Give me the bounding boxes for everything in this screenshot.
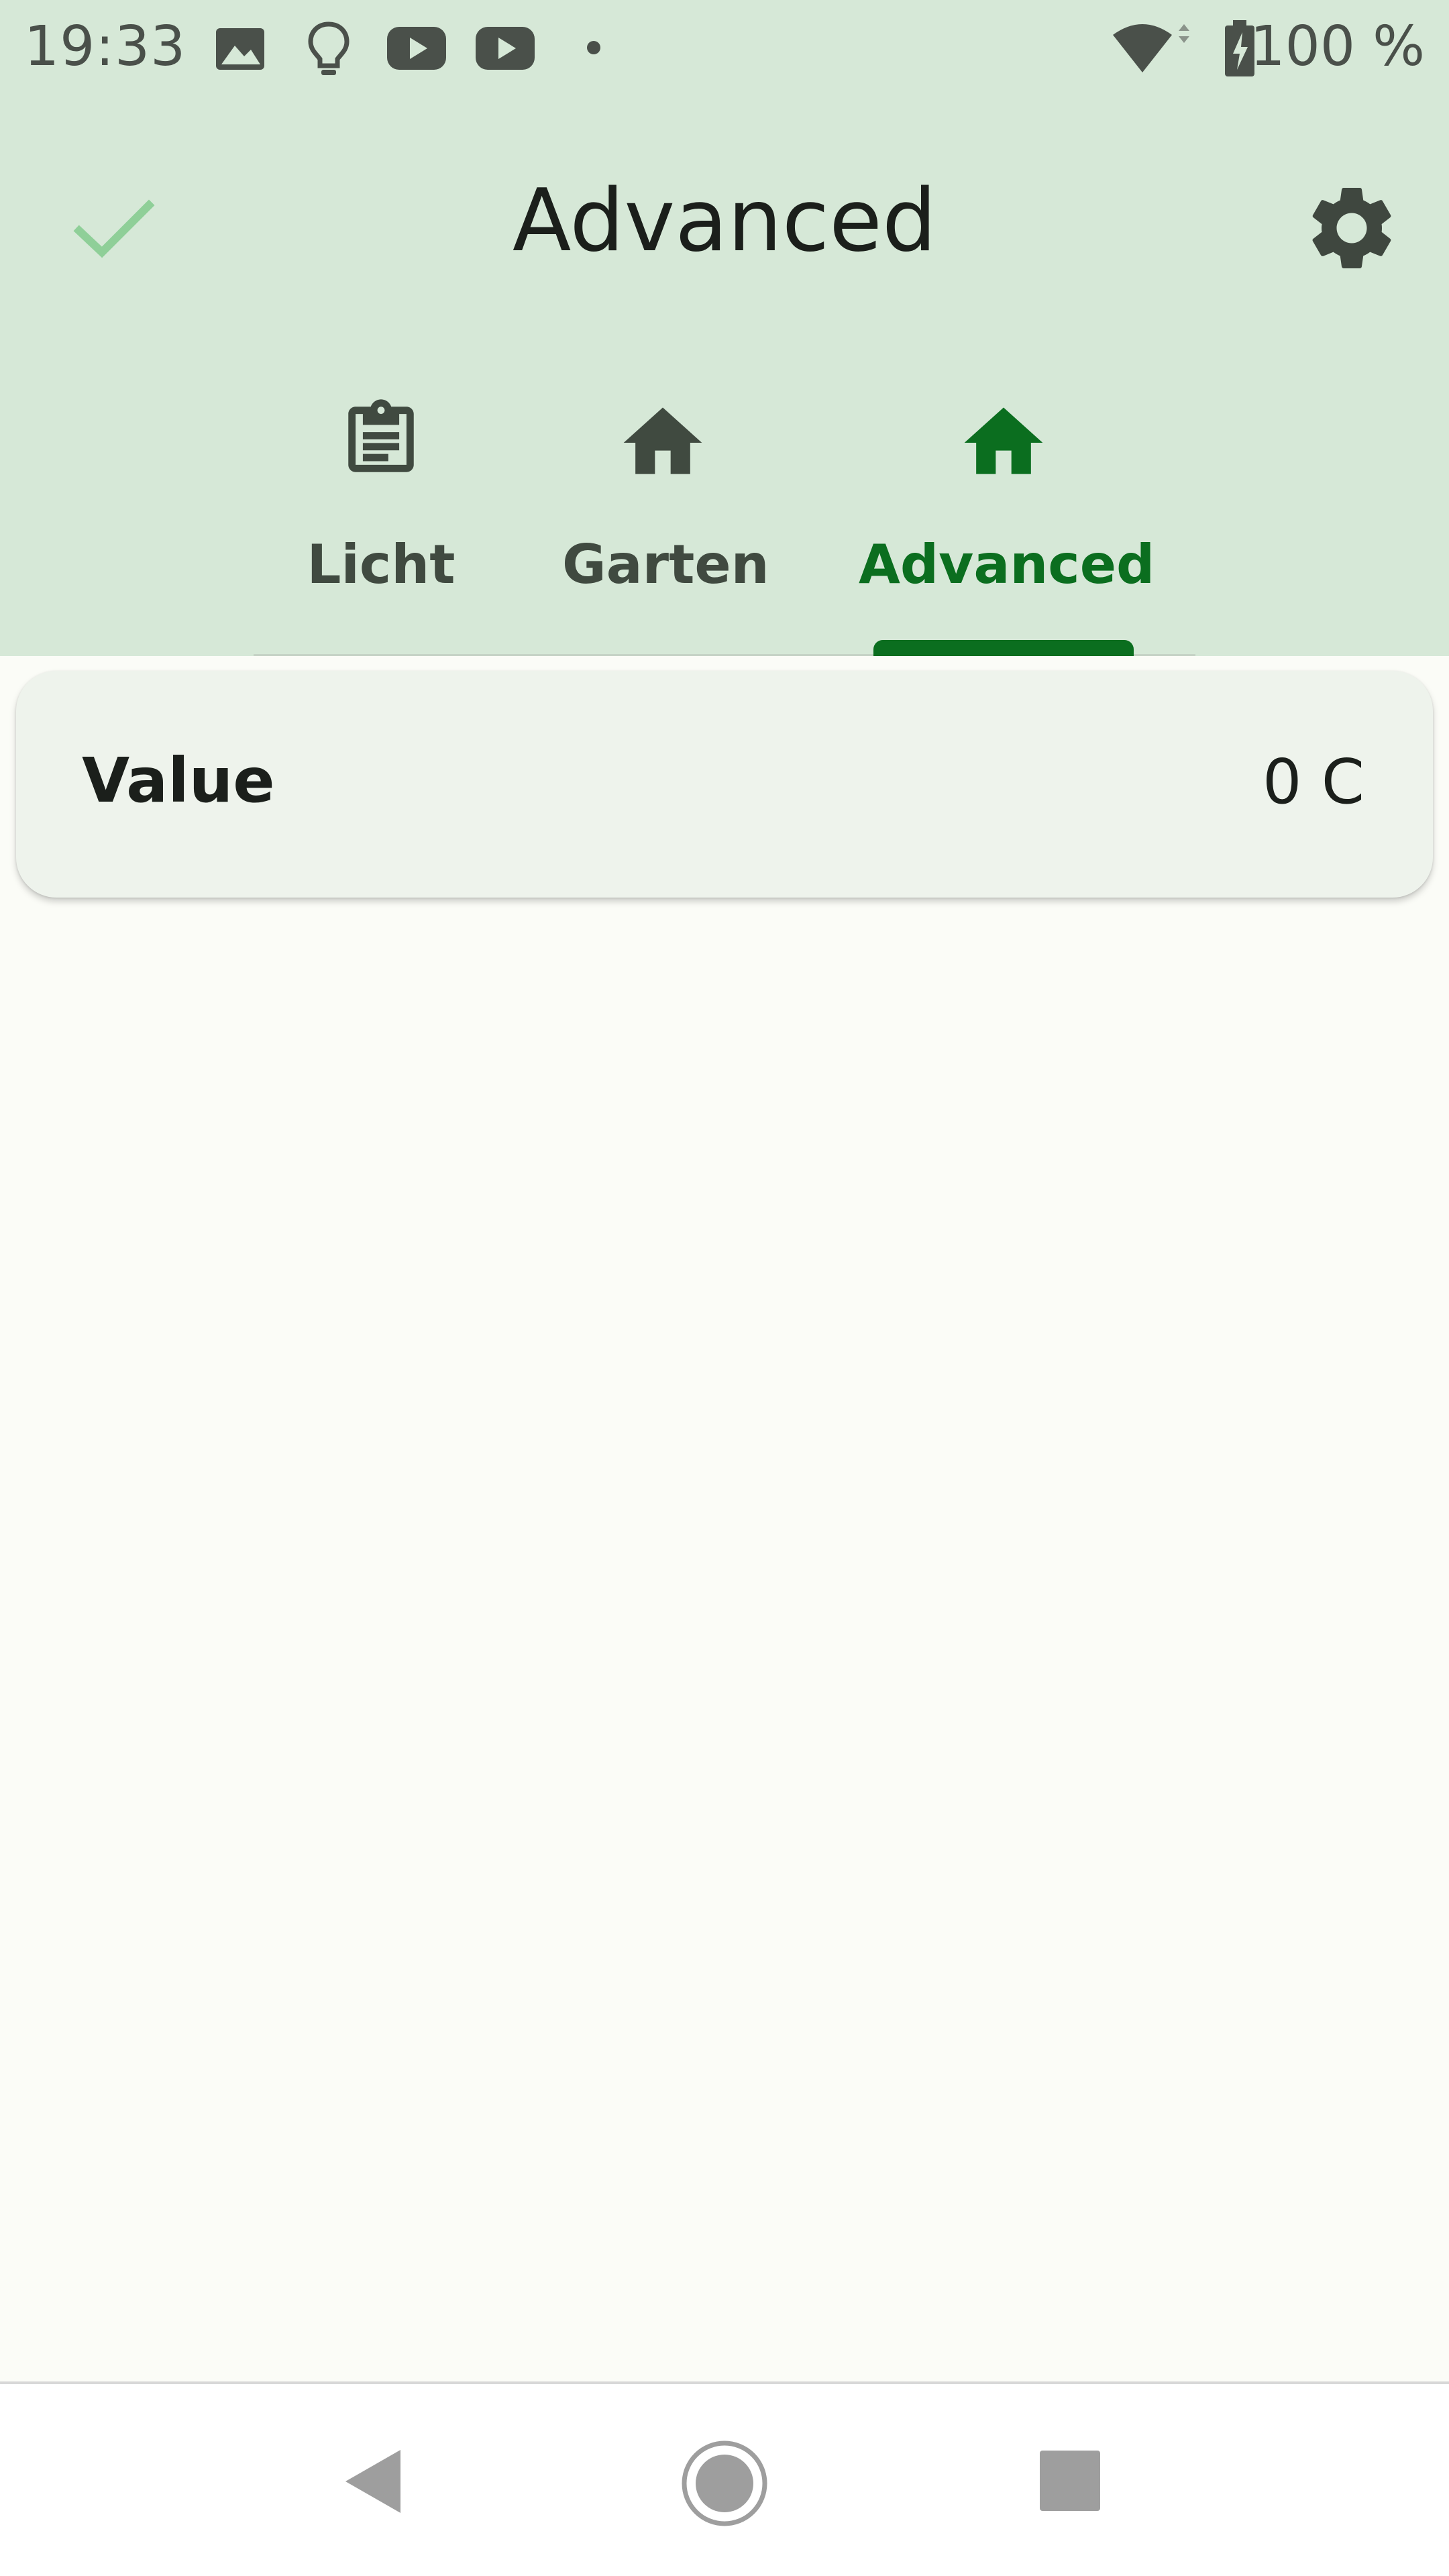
wifi-icon (1113, 24, 1189, 72)
recents-icon[interactable] (1038, 2449, 1102, 2512)
dot-icon (587, 41, 600, 54)
active-tab-indicator (873, 640, 1134, 656)
tab-garten[interactable]: Garten (562, 376, 769, 656)
home-icon (623, 407, 702, 474)
value-card[interactable]: Value 0 C (16, 671, 1433, 898)
status-time: 19:33 (24, 15, 186, 78)
settings-button[interactable] (1301, 178, 1402, 278)
navigation-bar (0, 2381, 1449, 2576)
battery-percentage: 100 % (1250, 15, 1426, 78)
youtube-icon (387, 27, 446, 70)
tab-advanced[interactable]: Advanced (859, 376, 1155, 656)
image-icon (216, 28, 264, 70)
back-icon[interactable] (339, 2445, 406, 2518)
home-icon (964, 407, 1043, 474)
status-bar: 19:33 100 % (0, 0, 1449, 101)
youtube-icon (476, 27, 535, 70)
tab-bar: Licht Garten Advanced (0, 376, 1449, 656)
tab-label-advanced: Advanced (859, 533, 1155, 596)
gear-icon (1312, 187, 1391, 268)
tab-licht[interactable]: Licht (280, 376, 482, 656)
clipboard-icon (348, 399, 414, 472)
tab-label-licht: Licht (307, 533, 455, 596)
tab-label-garten: Garten (562, 533, 769, 596)
value-label: Value (82, 745, 275, 816)
lightbulb-icon (308, 21, 350, 75)
page-title: Advanced (512, 171, 937, 271)
app-bar: 19:33 100 % Advanced Licht Garten Advanc… (0, 0, 1449, 656)
home-circle-icon[interactable] (679, 2438, 770, 2529)
value-reading: 0 C (1262, 746, 1364, 818)
